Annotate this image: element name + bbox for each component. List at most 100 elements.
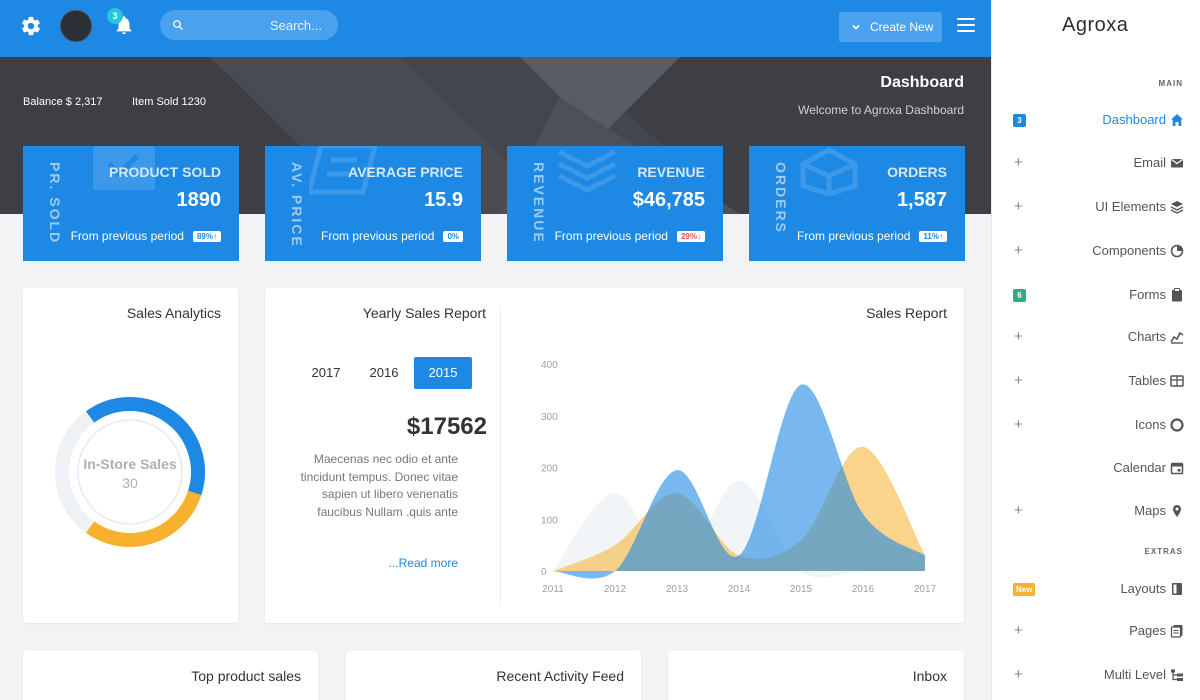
sidebar-item-label: Tables	[1128, 373, 1166, 388]
page-title: Dashboard	[880, 74, 964, 91]
search-input[interactable]	[160, 10, 338, 40]
pages-icon	[1170, 625, 1183, 638]
sidebar-badge: New	[1013, 583, 1036, 596]
sidebar-item-label: Maps	[1134, 503, 1166, 518]
stat-vertical-label: AV. PRICE	[289, 162, 305, 248]
plus-icon: +	[1014, 154, 1023, 171]
sidebar-item-label: Multi Level	[1103, 667, 1166, 682]
x-tick-label: 2016	[852, 584, 875, 595]
panel-title: Top product sales	[191, 668, 301, 684]
sidebar-item-charts[interactable]: + Charts	[992, 323, 1200, 351]
y-tick-label: 300	[541, 412, 558, 423]
sidebar-item-tables[interactable]: + Tables	[992, 367, 1200, 395]
circle-icon	[1170, 418, 1184, 432]
x-tick-label: 2011	[542, 584, 564, 595]
mail-icon	[1171, 158, 1183, 168]
avatar[interactable]	[60, 10, 92, 42]
sales-analytics-panel: Sales Analytics In-Store Sales 30	[23, 288, 238, 623]
stat-value: $46,785	[632, 189, 705, 211]
logo[interactable]: Agroxa	[1062, 14, 1128, 37]
sidebar-item-multi-level[interactable]: + Multi Level	[992, 661, 1200, 689]
donut-chart: In-Store Sales 30	[55, 397, 205, 547]
layout-icon	[1172, 583, 1182, 595]
stat-footer-text: From previous period	[797, 229, 911, 243]
year-tab-2017[interactable]: 2017	[300, 357, 352, 389]
sidebar-item-icons[interactable]: + Icons	[992, 411, 1200, 439]
calendar-icon	[1170, 462, 1184, 475]
section-label-extras: EXTRAS	[1144, 547, 1183, 556]
y-tick-label: 0	[541, 567, 547, 578]
y-tick-label: 200	[541, 464, 558, 475]
x-tick-label: 2015	[790, 584, 813, 595]
sidebar-badge: 6	[1013, 289, 1026, 302]
sidebar-item-ui-elements[interactable]: + UI Elements	[992, 193, 1200, 221]
top-bar: 3 Create New	[0, 0, 991, 57]
sidebar-item-label: Dashboard	[1102, 112, 1166, 127]
stat-footer-text: From previous period	[554, 229, 668, 243]
stat-vertical-label: ORDERS	[773, 162, 789, 234]
home-icon	[1171, 114, 1183, 126]
chart-icon	[1170, 331, 1184, 344]
sidebar-item-label: Pages	[1129, 623, 1166, 638]
plus-icon: +	[1014, 416, 1023, 433]
stat-card-orders: ORDERS ORDERS 1,587 From previous period…	[749, 146, 965, 261]
y-tick-label: 100	[541, 515, 558, 526]
plus-icon: +	[1014, 242, 1023, 259]
notification-badge: 3	[107, 8, 123, 24]
donut-segments	[55, 397, 205, 547]
stat-label: ORDERS	[887, 164, 947, 180]
donut-segment-1	[85, 490, 202, 547]
sidebar: Agroxa MAIN EXTRAS 3 Dashboard + Email + UI E…	[991, 0, 1200, 700]
gear-icon[interactable]	[20, 15, 42, 37]
table-icon	[1170, 375, 1184, 387]
sidebar-item-maps[interactable]: + Maps	[992, 497, 1200, 525]
sidebar-item-forms[interactable]: 6 Forms	[992, 281, 1200, 309]
sidebar-item-email[interactable]: + Email	[992, 149, 1200, 177]
create-new-button[interactable]: Create New	[839, 12, 942, 42]
plus-icon: +	[1014, 622, 1023, 639]
sidebar-item-label: Charts	[1127, 329, 1166, 344]
sales-area-chart: 0 100 200 300 400 2011 2012 2013 2014 2015 2016 201…	[541, 360, 937, 595]
sidebar-item-label: Layouts	[1120, 581, 1166, 596]
x-tick-label: 2012	[604, 584, 627, 595]
year-tab-2015[interactable]: 2015	[414, 357, 472, 389]
stat-footer: From previous period 11%↑	[797, 229, 947, 243]
sidebar-item-calendar[interactable]: Calendar	[992, 454, 1200, 482]
stat-change-badge: 29%↓	[676, 230, 705, 242]
tree-icon	[1171, 669, 1183, 681]
year-tab-2016[interactable]: 2016	[358, 357, 410, 389]
menu-icon[interactable]	[957, 18, 975, 34]
x-tick-label: 2013	[666, 584, 689, 595]
stat-footer: From previous period 0%	[321, 229, 463, 243]
plus-icon: +	[1014, 198, 1023, 215]
stat-card-product-sold: PR. SOLD PRODUCT SOLD 1890 From previous…	[23, 146, 239, 261]
stat-footer-text: From previous period	[321, 229, 435, 243]
stat-value: 1,587	[896, 189, 947, 211]
sidebar-item-label: UI Elements	[1095, 199, 1166, 214]
stat-card-average-price: AV. PRICE AVERAGE PRICE 15.9 From previo…	[265, 146, 481, 261]
plus-icon: +	[1014, 372, 1023, 389]
sales-report-panel: Yearly Sales Report Sales Report $17562 …	[265, 288, 964, 623]
stat-card-revenue: REVENUE REVENUE $46,785 From previous pe…	[507, 146, 723, 261]
sidebar-item-components[interactable]: + Components	[992, 237, 1200, 265]
inbox-panel: Inbox	[668, 651, 964, 700]
balance-text: Balance $ 2,317	[23, 96, 103, 108]
stat-value: 1890	[176, 189, 222, 211]
stat-vertical-label: PR. SOLD	[47, 162, 63, 245]
x-tick-label: 2017	[914, 584, 937, 595]
page-subtitle: Welcome to Agroxa Dashboard	[798, 103, 964, 117]
sidebar-item-layouts[interactable]: New Layouts	[992, 575, 1200, 603]
search-icon	[173, 20, 183, 30]
stat-label: PRODUCT SOLD	[109, 164, 221, 180]
panel-title: Inbox	[912, 668, 947, 684]
sidebar-item-label: Icons	[1134, 417, 1166, 432]
layers-icon	[1170, 201, 1184, 214]
sidebar-item-dashboard[interactable]: 3 Dashboard	[992, 106, 1200, 134]
sidebar-item-pages[interactable]: + Pages	[992, 617, 1200, 645]
sidebar-badge: 3	[1013, 114, 1026, 127]
stat-value: 15.9	[424, 189, 463, 211]
chevron-down-icon	[852, 24, 860, 30]
activity-feed-panel: Recent Activity Feed	[346, 651, 641, 700]
donut-center-value: 30	[122, 475, 138, 491]
box-icon	[800, 147, 858, 196]
